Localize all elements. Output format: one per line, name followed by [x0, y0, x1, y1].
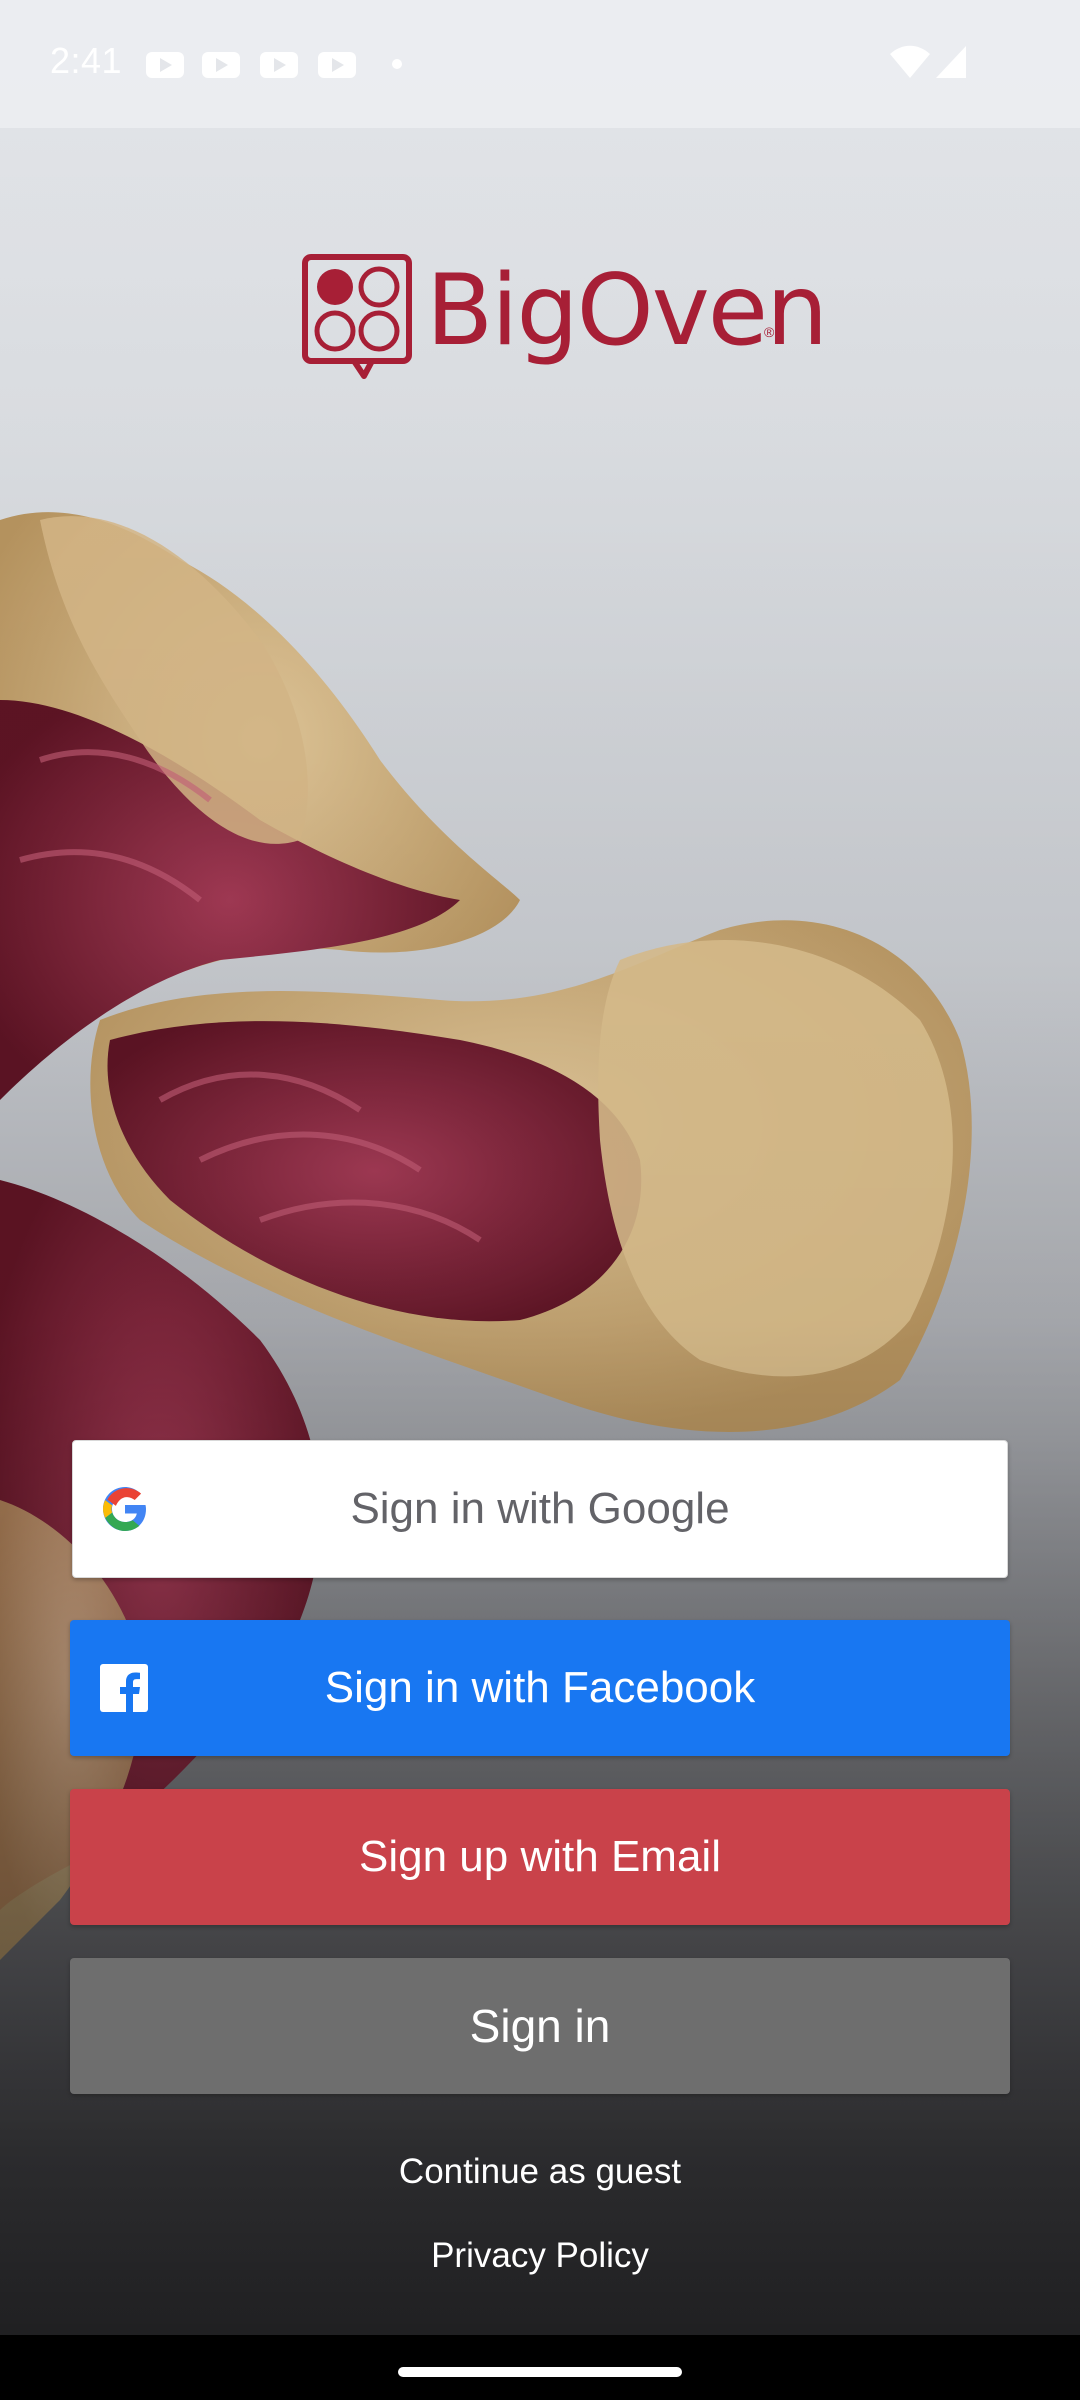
google-button-label: Sign in with Google: [350, 1484, 730, 1533]
login-screen: 2:41 BigOven ® Sign in with Google Sign …: [0, 0, 1080, 2400]
continue-as-guest-link[interactable]: Continue as guest: [0, 2152, 1080, 2192]
facebook-button-label: Sign in with Facebook: [324, 1663, 756, 1712]
registered-mark: ®: [764, 324, 775, 340]
logo-text: BigOven: [426, 254, 828, 368]
wifi-icon: [890, 45, 930, 78]
sign-in-google-button[interactable]: Sign in with Google: [72, 1440, 1008, 1578]
youtube-icon: [202, 52, 240, 78]
signal-icon: [936, 46, 966, 78]
status-time: 2:41: [50, 40, 123, 81]
sign-in-facebook-button[interactable]: Sign in with Facebook: [70, 1620, 1010, 1756]
navigation-bar: [0, 2335, 1080, 2400]
email-button-label: Sign up with Email: [359, 1832, 721, 1881]
youtube-icon: [146, 52, 184, 78]
notification-dot-icon: [392, 59, 402, 69]
home-gesture-handle[interactable]: [398, 2367, 682, 2377]
google-icon: [103, 1487, 146, 1531]
privacy-policy-link[interactable]: Privacy Policy: [0, 2236, 1080, 2276]
sign-in-button-label: Sign in: [469, 2000, 611, 2052]
youtube-icon: [260, 52, 298, 78]
bigoven-stovetop-icon: [302, 254, 412, 379]
sign-up-email-button[interactable]: Sign up with Email: [70, 1789, 1010, 1925]
bigoven-logo: BigOven ®: [302, 252, 828, 384]
status-bar: 2:41: [0, 0, 1080, 128]
sign-in-button[interactable]: Sign in: [70, 1958, 1010, 2094]
youtube-icon: [318, 52, 356, 78]
facebook-icon: [100, 1664, 148, 1712]
